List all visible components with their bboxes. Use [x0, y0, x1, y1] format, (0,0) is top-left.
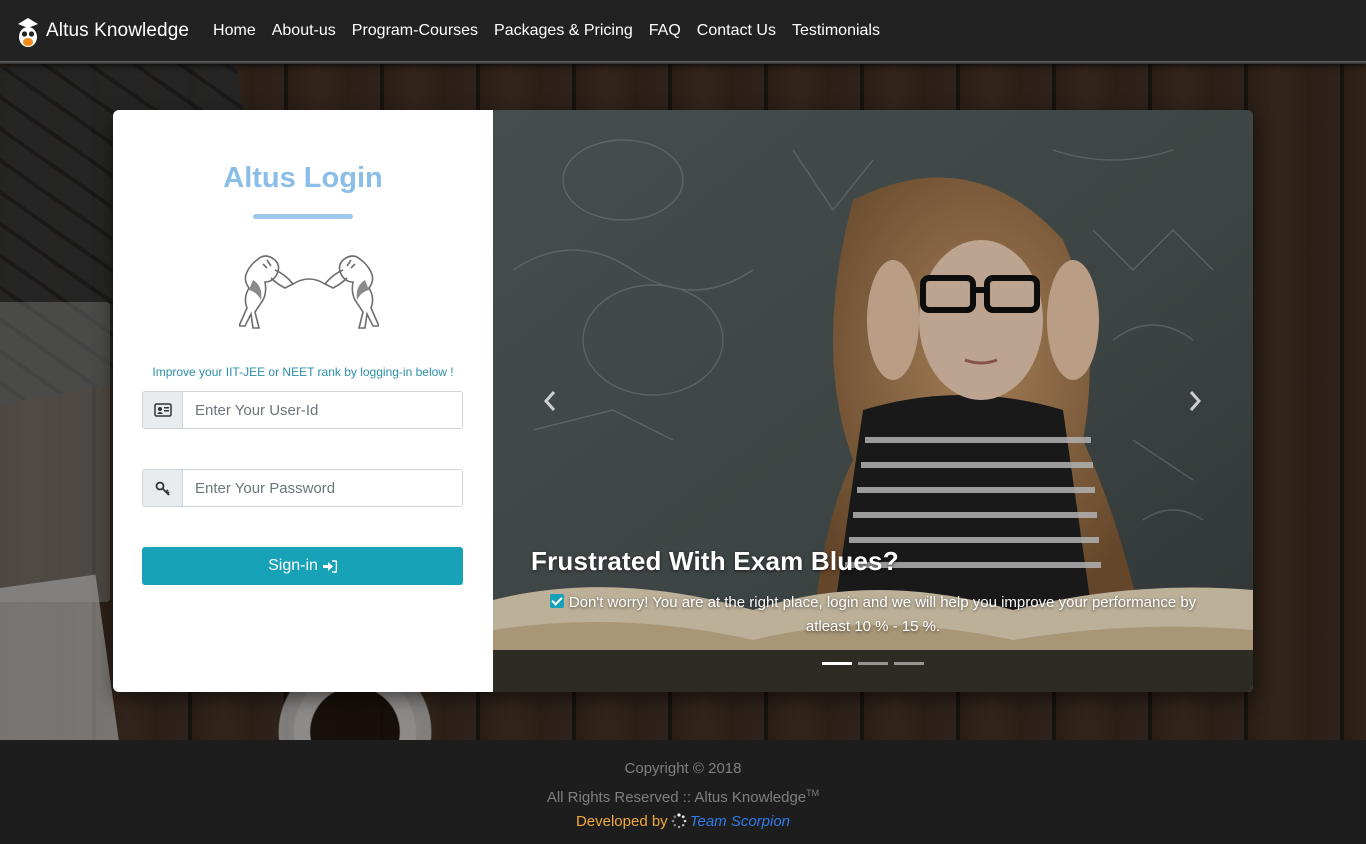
- carousel-prev-button[interactable]: [538, 388, 562, 414]
- password-group: [142, 469, 463, 507]
- team-scorpion-link[interactable]: Team Scorpion: [690, 813, 790, 830]
- nav-packages-pricing[interactable]: Packages & Pricing: [494, 22, 633, 40]
- title-underline: [253, 214, 353, 219]
- carousel-indicator-1[interactable]: [822, 662, 852, 665]
- carousel-indicator-2[interactable]: [858, 662, 888, 665]
- key-icon: [143, 470, 183, 506]
- footer-copyright: Copyright © 2018: [624, 760, 742, 777]
- twin-lions-crest-icon: [239, 255, 379, 329]
- image-carousel: Frustrated With Exam Blues? Don't worry!…: [493, 110, 1253, 692]
- user-id-group: [142, 391, 463, 429]
- login-title: Altus Login: [223, 162, 383, 194]
- footer-rights-text: All Rights Reserved :: Altus Knowledge: [546, 789, 807, 806]
- carousel-indicator-3[interactable]: [894, 662, 924, 665]
- sign-in-button[interactable]: Sign-in: [142, 547, 463, 585]
- page-footer: Copyright © 2018 All Rights Reserved :: …: [0, 740, 1366, 844]
- main-nav: Home About-us Program-Courses Packages &…: [213, 22, 896, 40]
- login-panel: Altus Login Improve your IIT-JEE or NEET…: [113, 110, 493, 692]
- nav-home[interactable]: Home: [213, 22, 256, 40]
- spinner-icon: [671, 813, 686, 829]
- login-tagline: Improve your IIT-JEE or NEET rank by log…: [152, 365, 454, 379]
- id-card-icon: [143, 392, 183, 428]
- nav-faq[interactable]: FAQ: [649, 22, 681, 40]
- hero-background: Altus Login Improve your IIT-JEE or NEET…: [0, 62, 1366, 740]
- top-navbar: Altus Knowledge Home About-us Program-Co…: [0, 0, 1366, 64]
- developed-by-label: Developed by: [575, 813, 668, 830]
- user-id-input[interactable]: [183, 392, 462, 428]
- chevron-right-icon: [1189, 391, 1202, 411]
- brand-name: Altus Knowledge: [46, 20, 190, 41]
- footer-rights: All Rights Reserved :: Altus KnowledgeTM: [0, 781, 1366, 810]
- login-card: Altus Login Improve your IIT-JEE or NEET…: [113, 110, 1253, 692]
- carousel-caption-title: Frustrated With Exam Blues?: [531, 546, 899, 576]
- password-input[interactable]: [183, 470, 462, 506]
- nav-about-us[interactable]: About-us: [272, 22, 336, 40]
- nav-contact-us[interactable]: Contact Us: [697, 22, 776, 40]
- carousel-caption-text: Don't worry! You are at the right place,…: [568, 594, 1197, 635]
- footer-developer: Developed by Team Scorpion: [0, 810, 1366, 834]
- owl-graduate-icon: [18, 18, 38, 47]
- carousel-next-button[interactable]: [1183, 388, 1207, 414]
- brand-home-link[interactable]: Altus Knowledge: [16, 14, 189, 48]
- check-square-icon: [549, 594, 564, 608]
- chevron-left-icon: [543, 391, 556, 411]
- sign-in-arrow-icon: [322, 559, 337, 573]
- trademark-mark: TM: [806, 788, 820, 798]
- carousel-caption: Don't worry! You are at the right place,…: [543, 591, 1203, 639]
- nav-program-courses[interactable]: Program-Courses: [352, 22, 478, 40]
- sign-in-label: Sign-in: [268, 557, 318, 574]
- nav-testimonials[interactable]: Testimonials: [792, 22, 880, 40]
- carousel-indicators: [822, 662, 930, 665]
